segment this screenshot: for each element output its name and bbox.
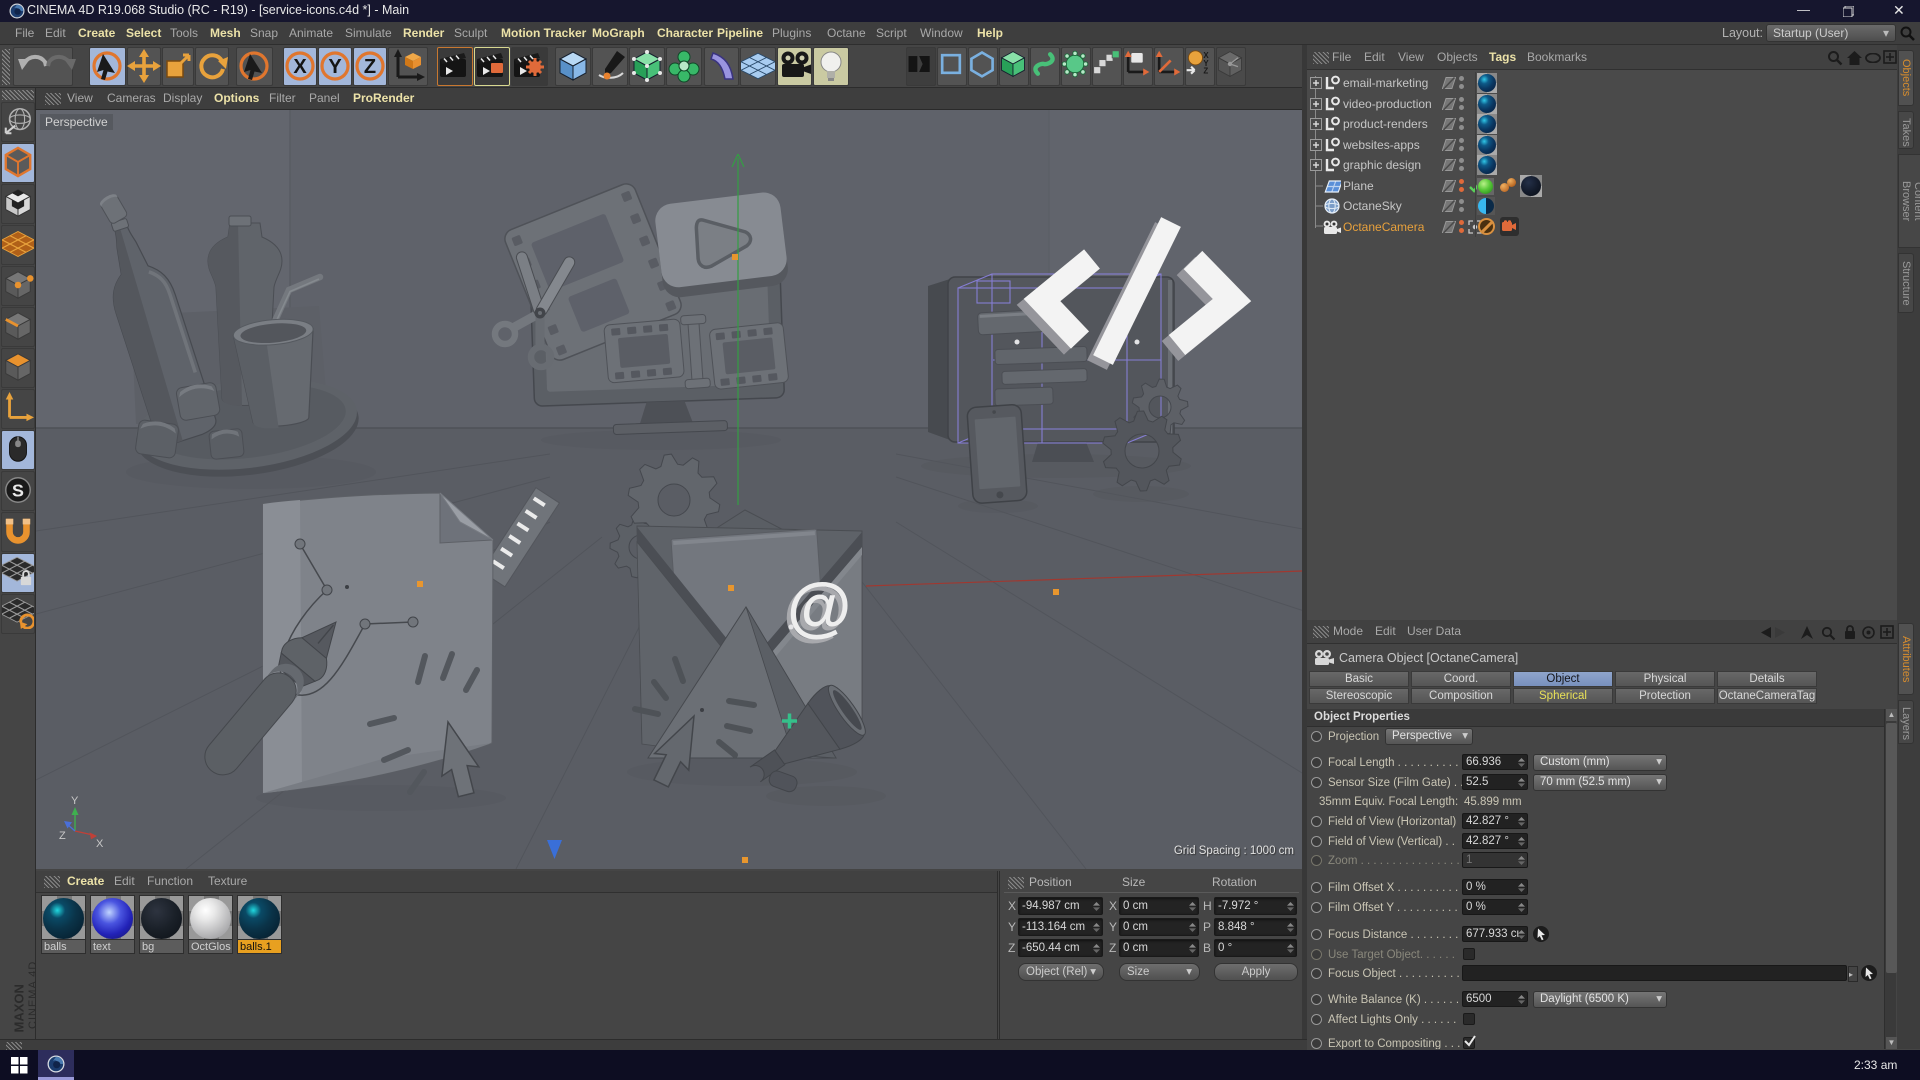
svg-text:X: X [96,838,104,850]
svg-text:@: @ [787,569,851,643]
svg-text:Z: Z [59,830,66,842]
svg-text:Y: Y [71,795,79,807]
svg-text:X: X [293,56,307,78]
svg-text:Z: Z [364,56,376,78]
svg-text:S: S [12,481,24,501]
svg-text:Y: Y [328,56,342,78]
svg-text:Z: Z [1203,67,1208,76]
